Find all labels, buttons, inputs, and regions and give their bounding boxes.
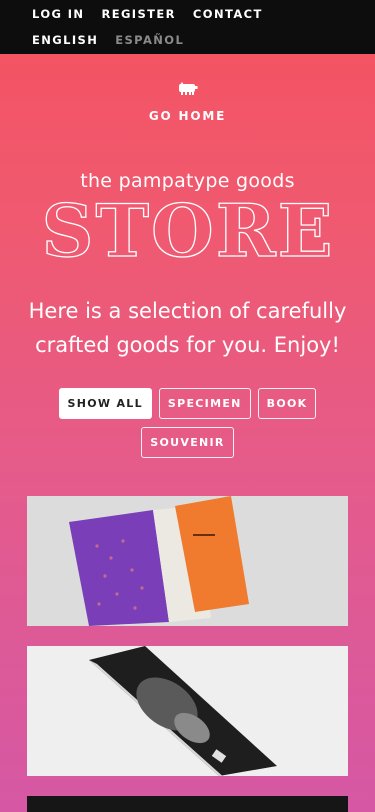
filter-book-button[interactable]: BOOK [257,388,317,419]
language-spanish[interactable]: ESPAÑOL [115,33,184,47]
store-title: STORE [0,187,375,273]
go-home-link[interactable]: GO HOME [0,109,375,123]
tagline: Here is a selection of carefully crafted… [28,299,347,357]
product-card-third[interactable] [27,796,348,812]
contact-link[interactable]: CONTACT [193,7,263,21]
top-bar: LOG IN REGISTER CONTACT ENGLISH ESPAÑOL [0,0,375,54]
login-link[interactable]: LOG IN [32,7,84,21]
filter-show-all-button[interactable]: SHOW ALL [58,388,152,419]
pig-logo-icon[interactable] [178,80,198,95]
filter-souvenir-button[interactable]: SOUVENIR [141,427,234,458]
product-card-book[interactable] [27,646,348,776]
home-block: GO HOME [0,80,375,123]
book-image [27,646,348,776]
language-switcher: ENGLISH ESPAÑOL [32,33,184,47]
filter-bar: SHOW ALL SPECIMEN BOOK SOUVENIR [40,388,335,458]
filter-specimen-button[interactable]: SPECIMEN [158,388,251,419]
register-link[interactable]: REGISTER [101,7,175,21]
account-nav: LOG IN REGISTER CONTACT [32,7,263,21]
store-title-text: STORE [41,196,334,266]
language-english[interactable]: ENGLISH [32,33,98,47]
product-card-specimen[interactable] [27,496,348,626]
store-subtitle: the pampatype goods [80,170,295,192]
specimen-book-image [27,496,348,626]
